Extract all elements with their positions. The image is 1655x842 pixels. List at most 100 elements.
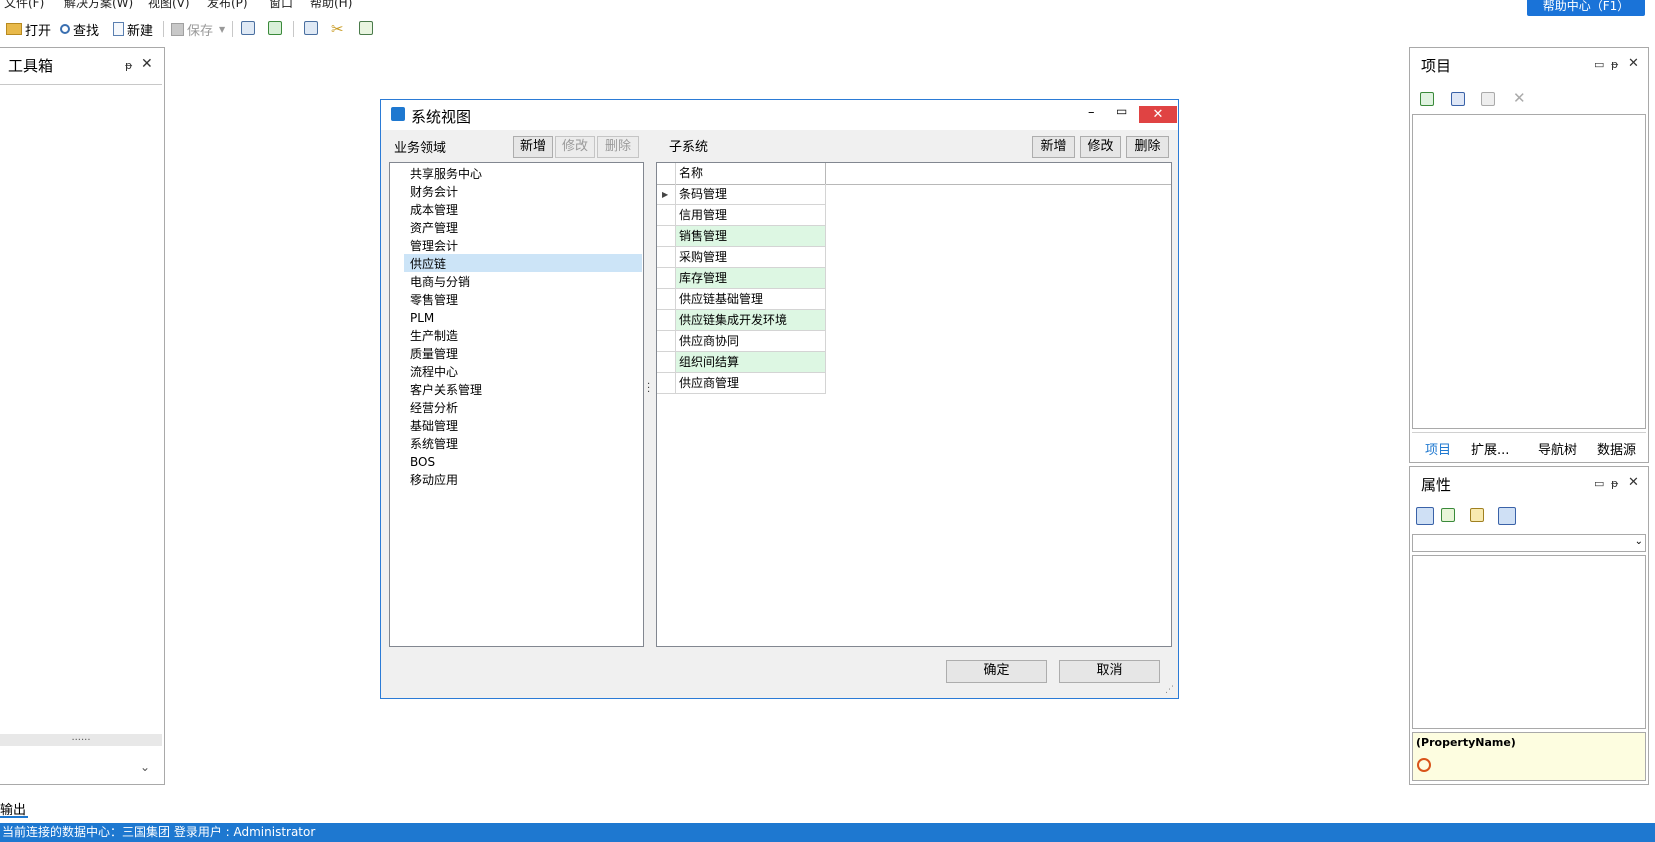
tree-item[interactable]: 共享服务中心	[410, 165, 482, 183]
tree-item[interactable]: 生产制造	[410, 327, 458, 345]
form-add-icon[interactable]	[268, 21, 282, 35]
subsystem-add-button[interactable]: 新增	[1032, 136, 1075, 158]
maximize-icon[interactable]: ▭	[1116, 104, 1127, 118]
domain-tree[interactable]: 共享服务中心 财务会计 成本管理 资产管理 管理会计 供应链 电商与分销 零售管理 PLM 生产制…	[389, 162, 644, 647]
dialog-titlebar: 系统视图 – ▭ ✕	[381, 100, 1178, 130]
object-select[interactable]: ⌄	[1412, 534, 1646, 552]
new-button[interactable]: 新建	[113, 19, 153, 39]
row-header[interactable]	[657, 373, 676, 394]
tree-item[interactable]: 系统管理	[410, 435, 458, 453]
grid-cell-name[interactable]: 库存管理	[676, 268, 826, 289]
tree-item[interactable]: BOS	[410, 453, 435, 471]
find-button[interactable]: 查找	[60, 19, 99, 39]
maximize-icon[interactable]: ▭	[1594, 477, 1604, 490]
tree-item[interactable]: 客户关系管理	[410, 381, 482, 399]
row-header[interactable]	[657, 352, 676, 373]
tree-item[interactable]: 流程中心	[410, 363, 458, 381]
tree-item[interactable]: 基础管理	[410, 417, 458, 435]
grid-cell-name[interactable]: 组织间结算	[676, 352, 826, 373]
row-header[interactable]	[657, 247, 676, 268]
row-header[interactable]	[657, 331, 676, 352]
delete-icon[interactable]: ✕	[1513, 89, 1526, 107]
refresh-icon[interactable]	[1420, 92, 1434, 106]
menu-window[interactable]: 窗口	[269, 0, 293, 11]
grid-cell-name[interactable]: 条码管理	[676, 184, 826, 205]
categorized-icon[interactable]	[1416, 507, 1434, 525]
chevron-down-icon[interactable]: ⌄	[1635, 536, 1643, 547]
pin-icon[interactable]: ᵽ	[1611, 477, 1618, 490]
help-center-button[interactable]: 帮助中心（F1）	[1527, 0, 1645, 16]
row-header[interactable]	[657, 310, 676, 331]
domain-edit-button[interactable]: 修改	[555, 136, 595, 158]
grid-header-name[interactable]: 名称	[676, 163, 826, 184]
menu-help[interactable]: 帮助(H)	[310, 0, 352, 11]
row-header[interactable]	[657, 226, 676, 247]
minimize-icon[interactable]: –	[1088, 105, 1095, 120]
domain-delete-button[interactable]: 删除	[597, 136, 639, 158]
grid-cell-name[interactable]: 采购管理	[676, 247, 826, 268]
tree-item[interactable]: 财务会计	[410, 183, 458, 201]
save-button[interactable]: 保存 ▼	[171, 19, 225, 39]
row-header[interactable]	[657, 268, 676, 289]
tree-item[interactable]: 移动应用	[410, 471, 458, 489]
row-indicator-icon[interactable]: ▶	[657, 184, 676, 205]
tab-extensions[interactable]: 扩展...	[1471, 439, 1509, 458]
splitter-grip[interactable]: · · ·	[647, 380, 650, 398]
cancel-button[interactable]: 取消	[1059, 660, 1160, 683]
subsystem-grid[interactable]: 名称 ▶ 条码管理 信用管理 销售管理 采购管理 库存管理 供应链基础管理 供应链集成开发环境…	[656, 162, 1172, 647]
tree-item[interactable]: 管理会计	[410, 237, 458, 255]
tree-item[interactable]: PLM	[410, 309, 434, 327]
report-icon[interactable]	[304, 21, 318, 35]
menu-file[interactable]: 文件(F)	[4, 0, 44, 11]
edit-icon[interactable]	[1470, 508, 1484, 522]
windows-icon[interactable]	[1451, 92, 1465, 106]
menu-view[interactable]: 视图(V)	[148, 0, 190, 11]
maximize-icon[interactable]: ▭	[1594, 58, 1604, 71]
panel-grip[interactable]: ......	[0, 733, 162, 746]
form-icon[interactable]	[241, 21, 255, 35]
close-icon[interactable]: ✕	[141, 56, 153, 72]
grid-cell-name[interactable]: 供应商管理	[676, 373, 826, 394]
pin-icon[interactable]: ᵽ	[1611, 58, 1618, 71]
row-header[interactable]	[657, 289, 676, 310]
tab-project[interactable]: 项目	[1425, 439, 1451, 458]
subsystem-delete-button[interactable]: 删除	[1126, 136, 1169, 158]
grid-cell-name[interactable]: 供应商协同	[676, 331, 826, 352]
resize-grip-icon[interactable]: ⋰	[1165, 685, 1174, 695]
close-button[interactable]: ✕	[1139, 106, 1177, 123]
domain-add-button[interactable]: 新增	[513, 136, 553, 158]
export-icon[interactable]	[359, 21, 373, 35]
subsystem-edit-button[interactable]: 修改	[1080, 136, 1121, 158]
row-header[interactable]	[657, 205, 676, 226]
project-tree[interactable]	[1412, 114, 1646, 429]
property-grid[interactable]	[1412, 555, 1646, 729]
status-text: 当前连接的数据中心：三国集团 登录用户 : Administrator	[2, 825, 316, 839]
tab-nav-tree[interactable]: 导航树	[1538, 439, 1577, 458]
chevron-down-icon[interactable]: ▼	[219, 25, 225, 34]
close-icon[interactable]: ✕	[1628, 475, 1639, 490]
grid-cell-name[interactable]: 供应链集成开发环境	[676, 310, 826, 331]
tree-item[interactable]: 供应链	[410, 255, 446, 273]
tree-item[interactable]: 成本管理	[410, 201, 458, 219]
ok-button[interactable]: 确定	[946, 660, 1047, 683]
tree-item[interactable]: 资产管理	[410, 219, 458, 237]
grid-cell-name[interactable]: 信用管理	[676, 205, 826, 226]
open-button[interactable]: 打开	[6, 19, 51, 39]
paste-icon[interactable]	[1481, 92, 1495, 106]
chevron-down-icon[interactable]: ⌄	[140, 760, 150, 774]
subsystem-label: 子系统	[669, 140, 709, 155]
tree-item[interactable]: 质量管理	[410, 345, 458, 363]
grid-cell-name[interactable]: 供应链基础管理	[676, 289, 826, 310]
tree-item[interactable]: 经营分析	[410, 399, 458, 417]
tree-item[interactable]: 电商与分销	[410, 273, 470, 291]
menu-publish[interactable]: 发布(P)	[207, 0, 248, 11]
tools-icon[interactable]: ✂	[331, 20, 344, 38]
close-icon[interactable]: ✕	[1628, 56, 1639, 71]
property-pages-icon[interactable]	[1498, 507, 1516, 525]
grid-cell-name[interactable]: 销售管理	[676, 226, 826, 247]
menu-solution[interactable]: 解决方案(W)	[64, 0, 133, 11]
tab-datasource[interactable]: 数据源	[1597, 439, 1636, 458]
tree-item[interactable]: 零售管理	[410, 291, 458, 309]
sort-alpha-icon[interactable]	[1441, 508, 1455, 522]
pin-icon[interactable]: ᵽ	[125, 59, 132, 72]
